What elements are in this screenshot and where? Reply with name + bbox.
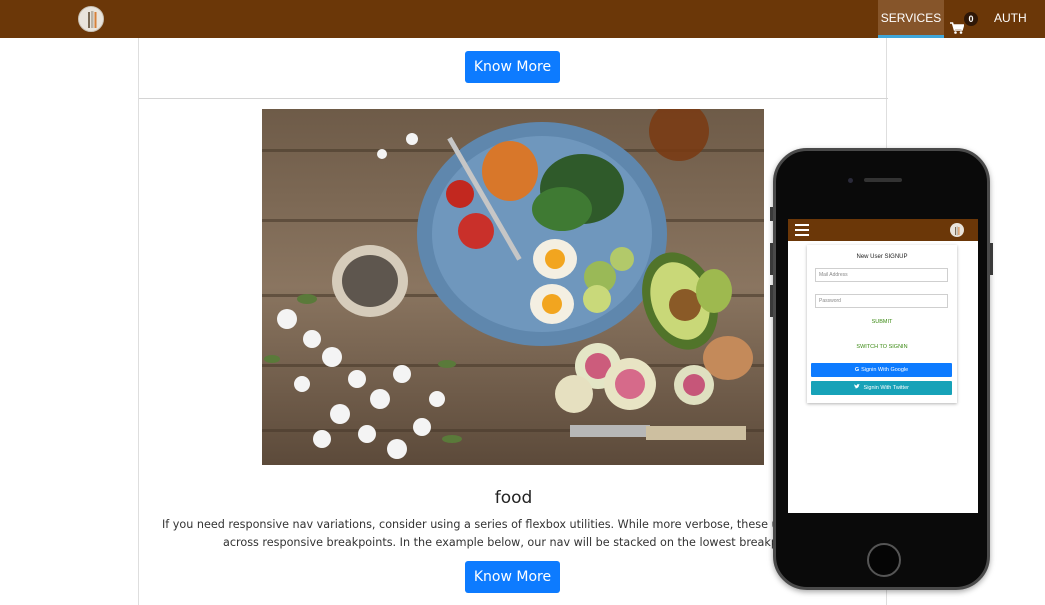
twitter-signin-button[interactable]: Signin With Twitter [811,381,952,395]
phone-volume-down [770,285,773,317]
cart-icon [950,12,965,49]
google-icon: G [854,367,860,373]
google-signin-label: Signin With Google [861,367,909,373]
phone-screen: New User SIGNUP Mail Address Password SU… [788,219,978,513]
know-more-button[interactable]: Know More [465,51,560,83]
food-image [262,109,764,465]
card-description-line: If you need responsive nav variations, c… [161,518,865,531]
card-divider [139,98,888,99]
google-signin-button[interactable]: G Signin With Google [811,363,952,377]
nav-cart-button[interactable]: 0 [950,0,982,38]
signup-title: New User SIGNUP [856,254,908,260]
submit-button[interactable]: SUBMIT [807,319,957,325]
password-field[interactable]: Password [815,294,948,308]
phone-power-button [990,243,993,275]
email-field[interactable]: Mail Address [815,268,948,282]
hamburger-menu-icon[interactable] [795,224,809,236]
phone-volume-up [770,243,773,275]
brand-logo[interactable] [78,6,104,32]
phone-home-button[interactable] [867,543,901,577]
card-description-line: across responsive breakpoints. In the ex… [223,536,803,549]
signup-card: New User SIGNUP Mail Address Password SU… [807,245,957,403]
nav-auth-link[interactable]: AUTH [994,0,1034,38]
phone-mute-switch [770,207,773,221]
phone-camera [848,178,853,183]
nav-services-link[interactable]: SERVICES [878,0,944,38]
mobile-brand-logo[interactable] [950,223,964,237]
twitter-icon [854,384,862,391]
card-description: If you need responsive nav variations, c… [153,516,873,552]
cart-count-badge: 0 [964,12,978,26]
top-navbar: SERVICES 0 AUTH [0,0,1045,38]
phone-mockup: New User SIGNUP Mail Address Password SU… [770,148,993,590]
twitter-signin-label: Signin With Twitter [863,385,909,391]
switch-to-signin-link[interactable]: SWITCH TO SIGNIN [807,344,957,350]
phone-speaker [864,178,902,182]
mobile-navbar [788,219,978,241]
know-more-button[interactable]: Know More [465,561,560,593]
